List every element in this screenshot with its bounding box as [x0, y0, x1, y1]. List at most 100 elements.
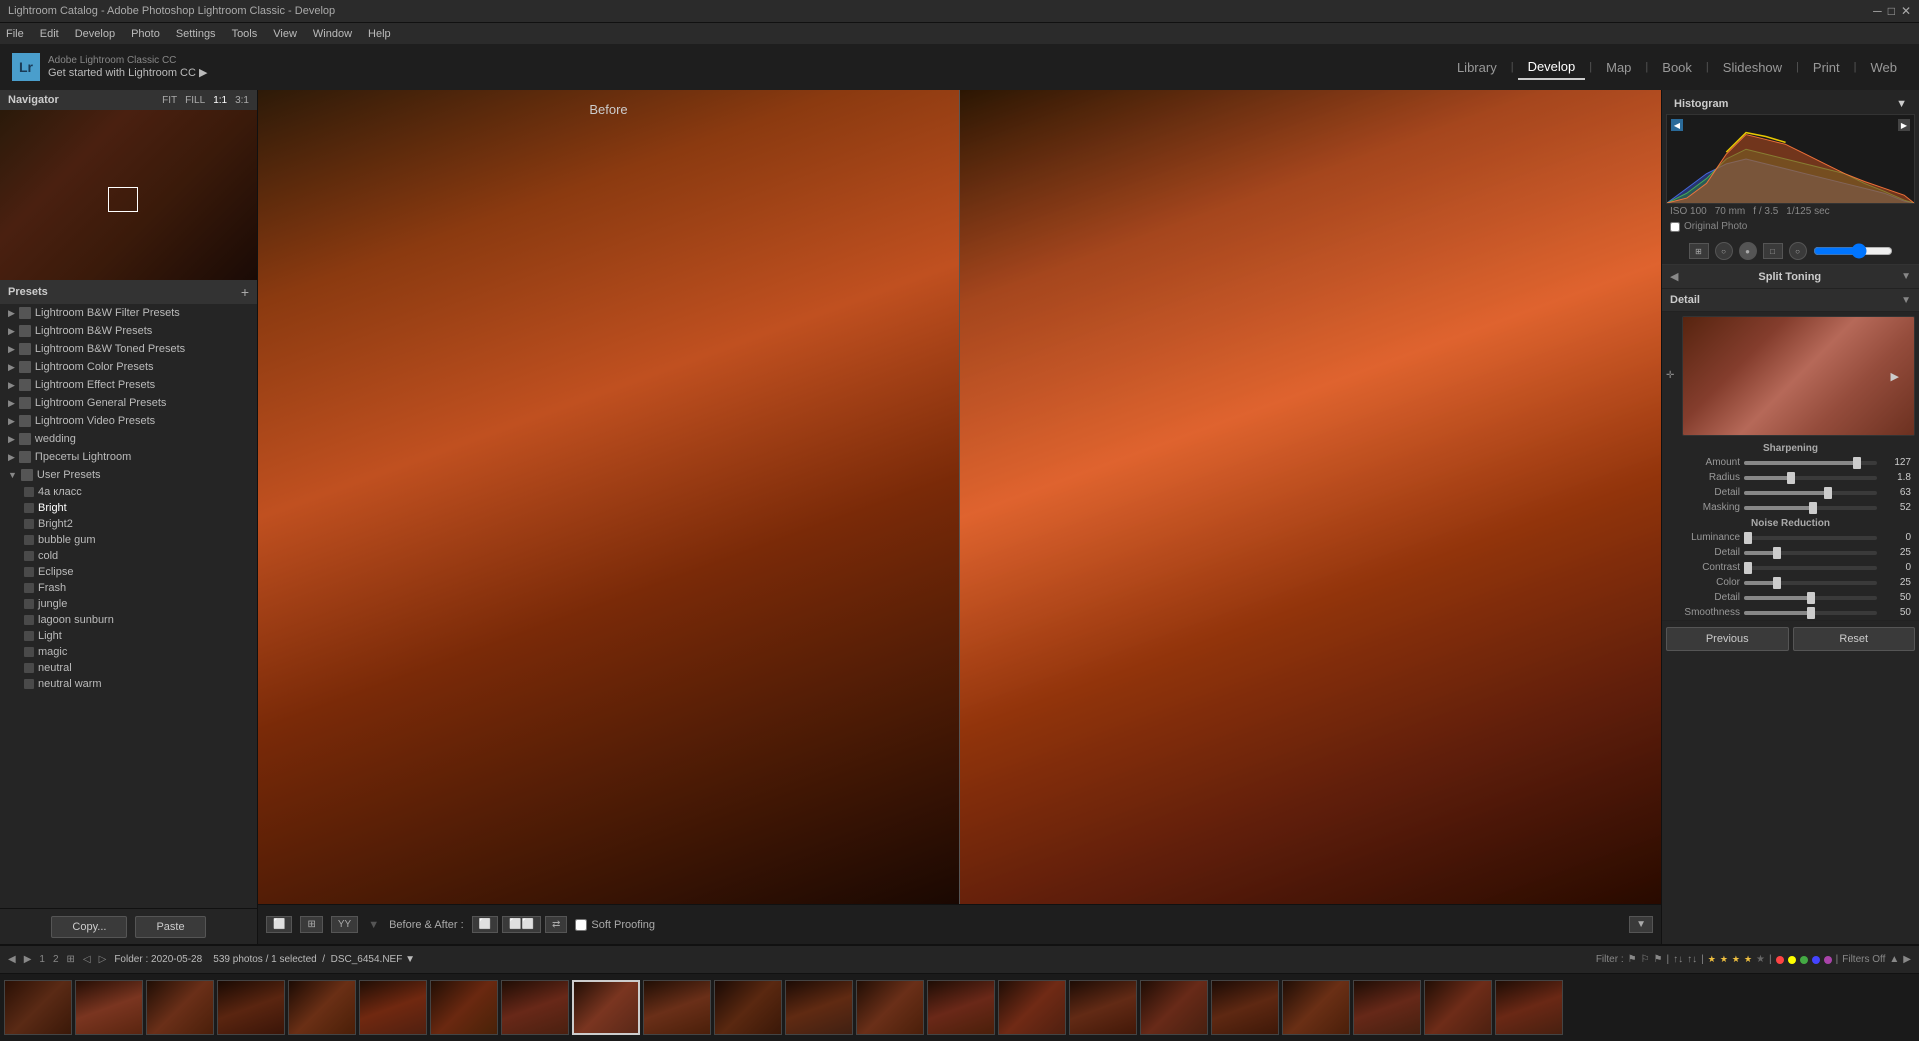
navigator-header[interactable]: Navigator FIT FILL 1:1 3:1	[0, 90, 257, 110]
menu-settings[interactable]: Settings	[176, 28, 216, 40]
preset-group-header[interactable]: ▶ Lightroom B&W Presets	[0, 322, 257, 340]
preset-group-header[interactable]: ▶ Lightroom B&W Filter Presets	[0, 304, 257, 322]
filter-star4[interactable]: ★	[1744, 954, 1752, 965]
amount-slider[interactable]	[1744, 461, 1877, 465]
preset-item-bright2[interactable]: Bright2	[0, 516, 257, 532]
menu-edit[interactable]: Edit	[40, 28, 59, 40]
filter-flag-unflagged[interactable]: ⚐	[1641, 954, 1650, 965]
preset-group-header[interactable]: ▶ Пресеты Lightroom	[0, 448, 257, 466]
filmstrip-nav-next[interactable]: ▶	[24, 954, 32, 965]
radius-thumb[interactable]	[1787, 472, 1795, 484]
menu-help[interactable]: Help	[368, 28, 391, 40]
zoom-controls[interactable]: FIT FILL 1:1 3:1	[162, 95, 249, 106]
paste-button[interactable]: Paste	[135, 916, 205, 938]
highlight-clipping-indicator[interactable]: ▶	[1898, 119, 1910, 131]
preset-group-header[interactable]: ▶ Lightroom Color Presets	[0, 358, 257, 376]
lum-detail-thumb[interactable]	[1773, 547, 1781, 559]
soft-proofing-checkbox[interactable]	[575, 919, 587, 931]
view-icon-grid[interactable]: ⊞	[1689, 243, 1709, 259]
module-library[interactable]: Library	[1447, 56, 1507, 79]
info-btn[interactable]: ▼	[1629, 916, 1653, 933]
thumb-19[interactable]	[1282, 980, 1350, 1035]
menu-develop[interactable]: Develop	[75, 28, 115, 40]
menu-window[interactable]: Window	[313, 28, 352, 40]
ba-side-btn[interactable]: ⬜⬜	[502, 916, 541, 933]
presets-header[interactable]: Presets +	[0, 280, 257, 304]
detail-panel-expand[interactable]: ▶	[1891, 370, 1899, 383]
color-thumb[interactable]	[1773, 577, 1781, 589]
menu-view[interactable]: View	[273, 28, 297, 40]
masking-slider[interactable]	[1744, 506, 1877, 510]
color-detail-slider[interactable]	[1744, 596, 1877, 600]
menu-tools[interactable]: Tools	[232, 28, 258, 40]
filmstrip-nav-next2[interactable]: ▷	[99, 954, 107, 965]
preset-item-bubble[interactable]: bubble gum	[0, 532, 257, 548]
preset-item-neutral[interactable]: neutral	[0, 660, 257, 676]
module-print[interactable]: Print	[1803, 56, 1850, 79]
module-develop[interactable]: Develop	[1518, 55, 1586, 80]
module-slideshow[interactable]: Slideshow	[1713, 56, 1792, 79]
ba-swap-btn[interactable]: ⇄	[545, 916, 567, 933]
zoom-3-1[interactable]: 3:1	[235, 95, 249, 106]
original-photo-checkbox[interactable]	[1670, 222, 1680, 232]
filmstrip-nav-prev2[interactable]: ◁	[83, 954, 91, 965]
zoom-fill[interactable]: FILL	[185, 95, 205, 106]
module-map[interactable]: Map	[1596, 56, 1641, 79]
thumb-22[interactable]	[1495, 980, 1563, 1035]
detail-arrow[interactable]: ▼	[1901, 295, 1911, 306]
split-toning-arrow[interactable]: ▼	[1901, 271, 1911, 282]
original-photo-toggle[interactable]: Original Photo	[1666, 219, 1915, 234]
add-preset-button[interactable]: +	[241, 284, 249, 300]
preset-item-4a[interactable]: 4а класс	[0, 484, 257, 500]
filename-dropdown[interactable]: ▼	[405, 954, 415, 965]
minimize-button[interactable]: ─	[1873, 4, 1882, 18]
preset-item-lagoon[interactable]: lagoon sunburn	[0, 612, 257, 628]
filter-color-purple[interactable]	[1824, 956, 1832, 964]
detail-slider[interactable]	[1744, 491, 1877, 495]
filter-star2[interactable]: ★	[1720, 954, 1728, 965]
navigator-preview[interactable]	[0, 110, 257, 280]
filter-star5[interactable]: ★	[1756, 954, 1765, 965]
filter-flag-flagged[interactable]: ⚑	[1654, 954, 1663, 965]
view-icon-circle3[interactable]: ○	[1789, 242, 1807, 260]
view-slider[interactable]	[1813, 243, 1893, 259]
soft-proofing-toggle[interactable]: Soft Proofing	[575, 919, 655, 931]
lum-detail-slider[interactable]	[1744, 551, 1877, 555]
close-button[interactable]: ✕	[1901, 4, 1911, 18]
filter-flag-rejected[interactable]: ⚑	[1628, 954, 1637, 965]
thumb-15[interactable]	[998, 980, 1066, 1035]
menu-photo[interactable]: Photo	[131, 28, 160, 40]
ba-split-btn[interactable]: ⬜	[472, 916, 498, 933]
view-icon-rect[interactable]: □	[1763, 243, 1783, 259]
preset-item-bright[interactable]: Bright	[0, 500, 257, 516]
thumb-2[interactable]	[75, 980, 143, 1035]
thumb-14[interactable]	[927, 980, 995, 1035]
radius-slider[interactable]	[1744, 476, 1877, 480]
filter-color-yellow[interactable]	[1788, 956, 1796, 964]
zoom-fit[interactable]: FIT	[162, 95, 177, 106]
filters-off[interactable]: Filters Off	[1842, 954, 1885, 965]
module-web[interactable]: Web	[1861, 56, 1908, 79]
view-before-after-btn[interactable]: YY	[331, 916, 358, 933]
previous-button[interactable]: Previous	[1666, 627, 1789, 651]
preset-group-header[interactable]: ▶ wedding	[0, 430, 257, 448]
filter-sort2[interactable]: ↑↓	[1687, 954, 1697, 965]
maximize-button[interactable]: □	[1888, 4, 1895, 18]
menu-file[interactable]: File	[6, 28, 24, 40]
preset-group-header[interactable]: ▶ Lightroom Effect Presets	[0, 376, 257, 394]
thumb-4[interactable]	[217, 980, 285, 1035]
thumb-9-selected[interactable]	[572, 980, 640, 1035]
thumb-11[interactable]	[714, 980, 782, 1035]
preset-item-frash[interactable]: Frash	[0, 580, 257, 596]
view-icon-circle2[interactable]: ●	[1739, 242, 1757, 260]
thumb-6[interactable]	[359, 980, 427, 1035]
copy-button[interactable]: Copy...	[51, 916, 127, 938]
grid-view-btn[interactable]: ⊞	[67, 954, 75, 965]
histogram-header[interactable]: Histogram ▼	[1666, 94, 1915, 114]
amount-thumb[interactable]	[1853, 457, 1861, 469]
view-mode-btn[interactable]: ⊞	[300, 916, 322, 933]
thumb-8[interactable]	[501, 980, 569, 1035]
filter-color-blue[interactable]	[1812, 956, 1820, 964]
thumb-20[interactable]	[1353, 980, 1421, 1035]
reset-button[interactable]: Reset	[1793, 627, 1916, 651]
